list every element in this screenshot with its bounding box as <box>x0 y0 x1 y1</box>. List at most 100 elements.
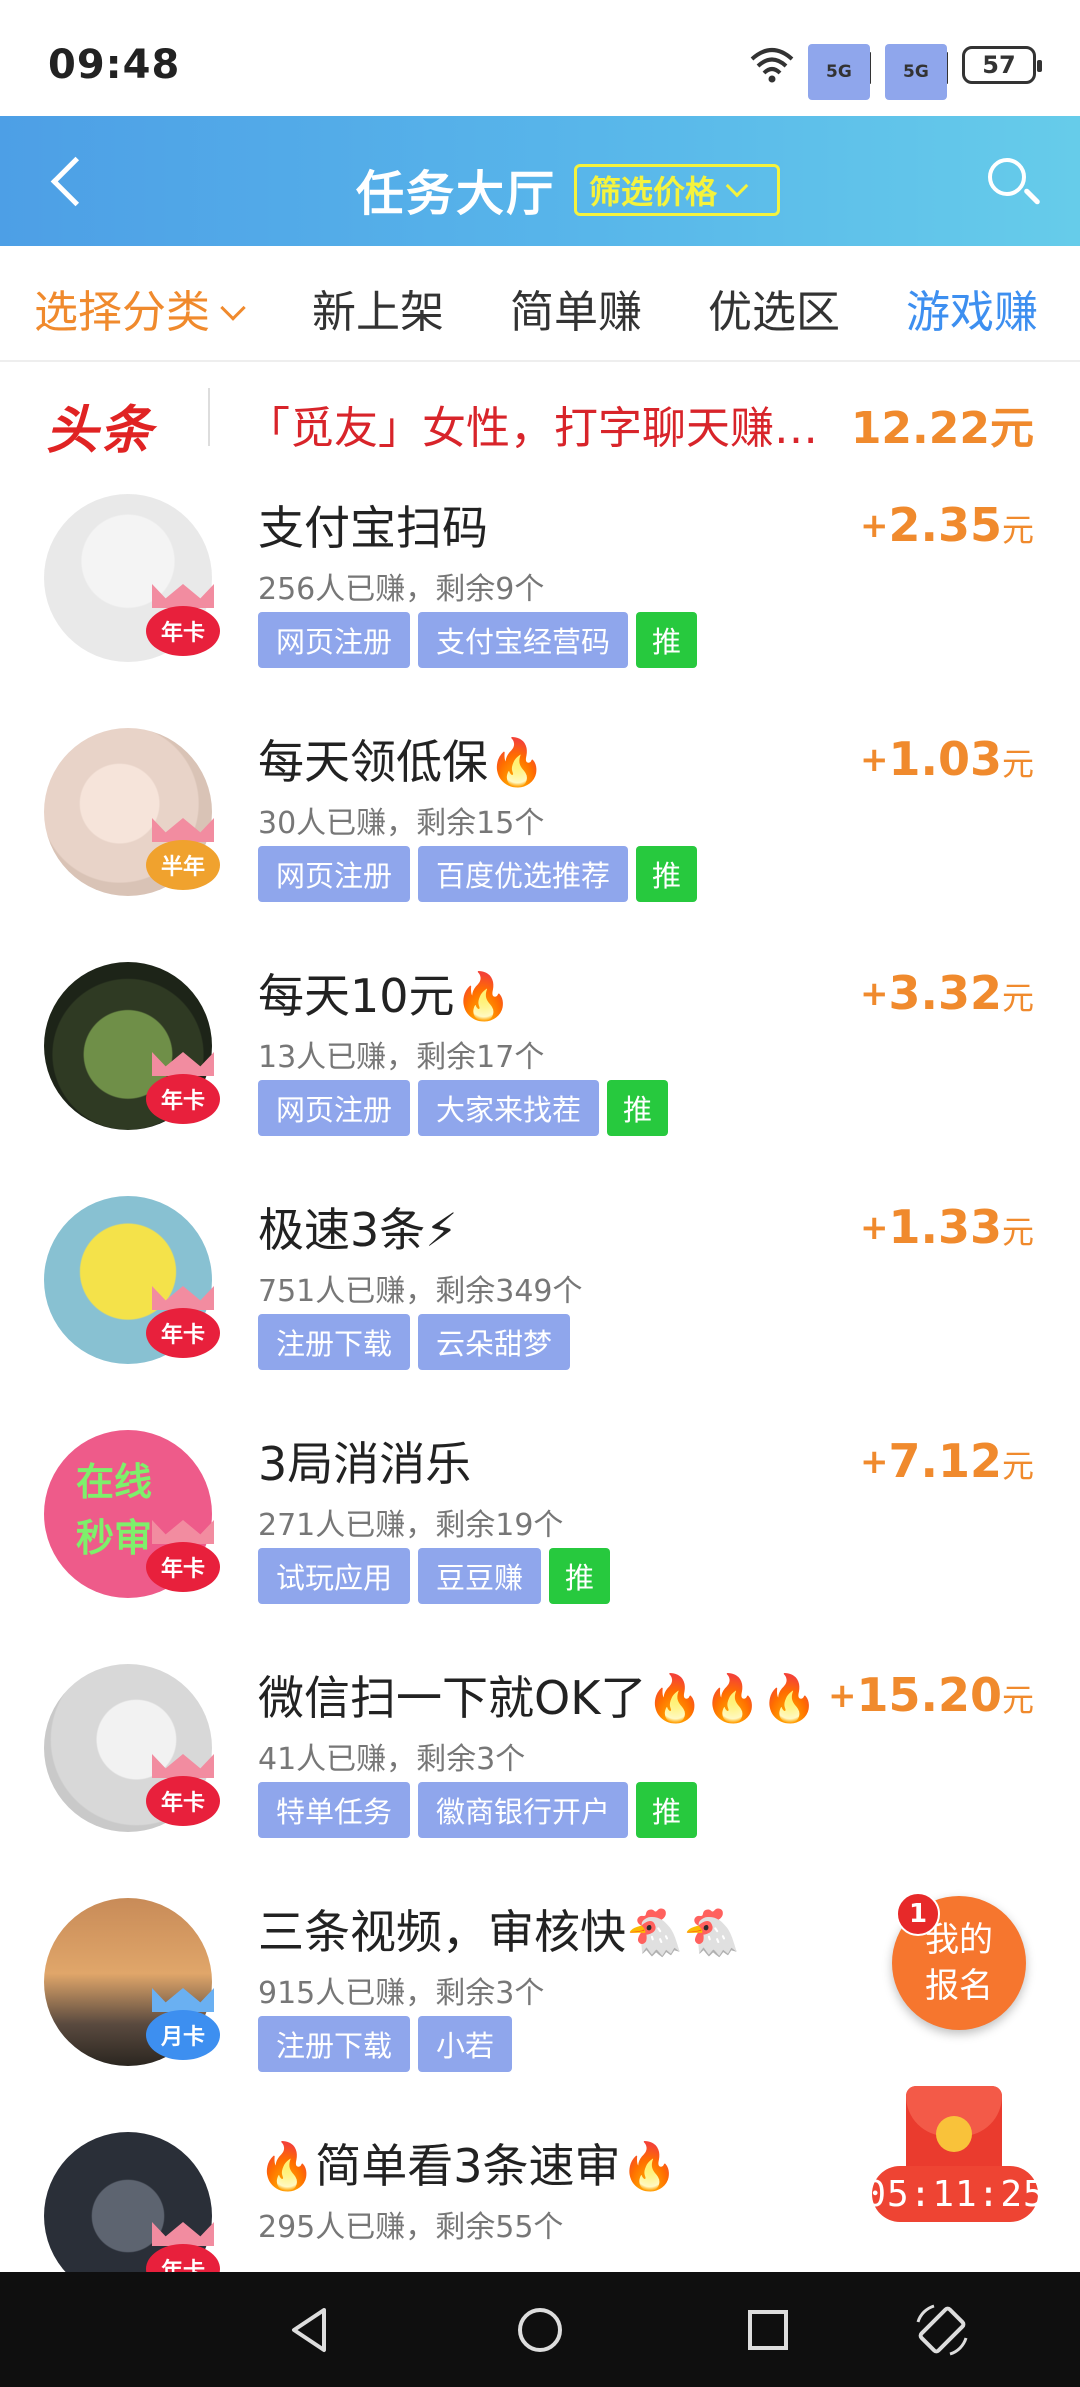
headline-amount: 12.22元 <box>850 403 1034 454</box>
task-stats: 915人已赚，剩余3个 <box>258 1976 545 2011</box>
app-root: 09:48 5G 5G 57 任务大厅 筛选价格 选择分类 新上架 简单赚 优选… <box>0 0 1080 2387</box>
battery-level: 57 <box>982 51 1016 79</box>
task-tag: 豆豆赚 <box>418 1548 542 1604</box>
recommended-badge: 推 <box>607 1080 669 1136</box>
category-select[interactable]: 选择分类 <box>34 276 246 340</box>
triangle-back-icon <box>292 2308 326 2352</box>
task-row[interactable]: 半年 每天领低保🔥 30人已赚，剩余15个网页注册 百度优选推荐推 +1.03元 <box>0 706 1080 940</box>
tab-featured[interactable]: 优选区 <box>708 276 840 340</box>
crown-icon <box>152 1754 214 1778</box>
search-button[interactable] <box>986 156 1042 212</box>
task-tags: 网页注册 百度优选推荐推 <box>258 846 698 902</box>
crown-icon <box>152 1286 214 1310</box>
tab-game-earn[interactable]: 游戏赚 <box>906 276 1038 340</box>
network-type-1: 5G <box>808 44 870 100</box>
vip-label: 年卡 <box>146 1074 220 1124</box>
task-title: 每天领低保🔥 <box>258 735 546 789</box>
vip-label: 半年 <box>146 840 220 890</box>
status-icons: 5G 5G 57 <box>750 44 1042 100</box>
task-tag: 特单任务 <box>258 1782 411 1838</box>
tab-new[interactable]: 新上架 <box>312 276 444 340</box>
countdown-timer: 05:11:25 <box>864 2166 1045 2222</box>
vip-badge: 年卡 <box>146 1520 220 1594</box>
task-row[interactable]: 在线秒审 年卡 3局消消乐 271人已赚，剩余19个 试玩应用 豆豆赚推 +7.12元 <box>0 1408 1080 1642</box>
task-tag: 注册下载 <box>258 1314 411 1370</box>
system-nav-bar <box>0 2272 1080 2387</box>
task-stats: 295人已赚，剩余55个 <box>258 2210 564 2245</box>
task-reward-value: 1.33 <box>888 1200 1002 1254</box>
chevron-down-icon <box>725 174 749 198</box>
vip-label: 年卡 <box>146 1776 220 1826</box>
task-row[interactable]: 年卡 支付宝扫码 256人已赚，剩余9个网页注册 支付宝经营码推 +2.35元 <box>0 472 1080 706</box>
category-bar: 选择分类 新上架 简单赚 优选区 游戏赚 <box>0 246 1080 362</box>
vip-badge: 年卡 <box>146 1052 220 1126</box>
vip-badge: 年卡 <box>146 1754 220 1828</box>
status-time: 09:48 <box>48 42 181 88</box>
crown-icon <box>152 584 214 608</box>
headline-text: 「觅友」女性，打字聊天赚… <box>246 403 818 454</box>
task-tag: 小若 <box>418 2016 513 2072</box>
task-stats: 30人已赚，剩余15个 <box>258 806 545 841</box>
task-tag: 云朵甜梦 <box>418 1314 571 1370</box>
signal-icon: 5G <box>808 44 871 100</box>
task-reward: +1.33元 <box>859 1200 1034 1254</box>
title-bar: 任务大厅 筛选价格 <box>0 116 1080 246</box>
task-tags: 试玩应用 豆豆赚推 <box>258 1548 611 1604</box>
task-tags: 网页注册 大家来找茬推 <box>258 1080 669 1136</box>
task-title: 每天10元🔥 <box>258 969 512 1023</box>
task-row[interactable]: 年卡 极速3条⚡ 751人已赚，剩余349个注册下载 云朵甜梦 +1.33元 <box>0 1174 1080 1408</box>
task-tag: 网页注册 <box>258 846 411 902</box>
network-type-2: 5G <box>885 44 947 100</box>
vip-badge: 年卡 <box>146 1286 220 1360</box>
nav-rotate-button[interactable] <box>912 2300 972 2360</box>
tab-easy-earn[interactable]: 简单赚 <box>510 276 642 340</box>
task-reward: +2.35元 <box>859 498 1034 552</box>
search-icon <box>988 158 1026 196</box>
vip-badge: 半年 <box>146 818 220 892</box>
crown-icon <box>152 1520 214 1544</box>
signup-count-badge: 1 <box>896 1892 940 1936</box>
divider <box>208 388 210 446</box>
vip-label: 月卡 <box>146 2010 220 2060</box>
task-row[interactable]: 年卡 微信扫一下就OK了🔥🔥🔥 41人已赚，剩余3个 特单任务 徽商银行开户推 +15.2… <box>0 1642 1080 1876</box>
task-tag: 百度优选推荐 <box>418 846 629 902</box>
rotate-icon <box>916 2304 968 2356</box>
task-title: 🔥简单看3条速审🔥 <box>258 2139 678 2193</box>
task-reward-value: 1.03 <box>888 732 1002 786</box>
headline-badge: 头条 <box>46 401 155 461</box>
battery-icon: 57 <box>962 46 1042 84</box>
task-title: 极速3条⚡ <box>258 1203 458 1257</box>
signal-icon-2: 5G <box>885 44 948 100</box>
task-tag: 注册下载 <box>258 2016 411 2072</box>
task-tag: 试玩应用 <box>258 1548 411 1604</box>
task-row[interactable]: 年卡 每天10元🔥 13人已赚，剩余17个 网页注册 大家来找茬推 +3.32元 <box>0 940 1080 1174</box>
task-title: 支付宝扫码 <box>258 501 488 555</box>
back-button[interactable] <box>44 152 100 212</box>
task-reward: +15.20元 <box>827 1668 1034 1722</box>
task-stats: 256人已赚，剩余9个 <box>258 572 545 607</box>
vip-badge: 年卡 <box>146 584 220 658</box>
recommended-badge: 推 <box>636 1782 698 1838</box>
recommended-badge: 推 <box>636 846 698 902</box>
task-stats: 13人已赚，剩余17个 <box>258 1040 545 1075</box>
recommended-badge: 推 <box>636 612 698 668</box>
nav-back-button[interactable] <box>280 2300 340 2360</box>
vip-badge: 月卡 <box>146 1988 220 2062</box>
filter-price-label: 筛选价格 <box>589 173 718 211</box>
headline-banner[interactable]: 头条 「觅友」女性，打字聊天赚… 12.22元 <box>0 362 1080 472</box>
task-title: 微信扫一下就OK了🔥🔥🔥 <box>258 1671 819 1725</box>
task-stats: 751人已赚，剩余349个 <box>258 1274 583 1309</box>
recommended-badge: 推 <box>549 1548 611 1604</box>
chevron-down-icon <box>220 295 246 321</box>
nav-recent-button[interactable] <box>738 2300 798 2360</box>
task-tags: 网页注册 支付宝经营码推 <box>258 612 698 668</box>
crown-icon <box>152 1988 214 2012</box>
task-tag: 支付宝经营码 <box>418 612 629 668</box>
nav-home-button[interactable] <box>510 2300 570 2360</box>
task-title: 三条视频，审核快🐔🐔 <box>258 1905 741 1959</box>
task-reward-value: 15.20 <box>856 1668 1002 1722</box>
task-reward: +1.03元 <box>859 732 1034 786</box>
my-signup-line2: 报名 <box>925 1966 993 2006</box>
filter-price-button[interactable]: 筛选价格 <box>574 164 780 216</box>
task-reward-value: 7.12 <box>888 1434 1002 1488</box>
